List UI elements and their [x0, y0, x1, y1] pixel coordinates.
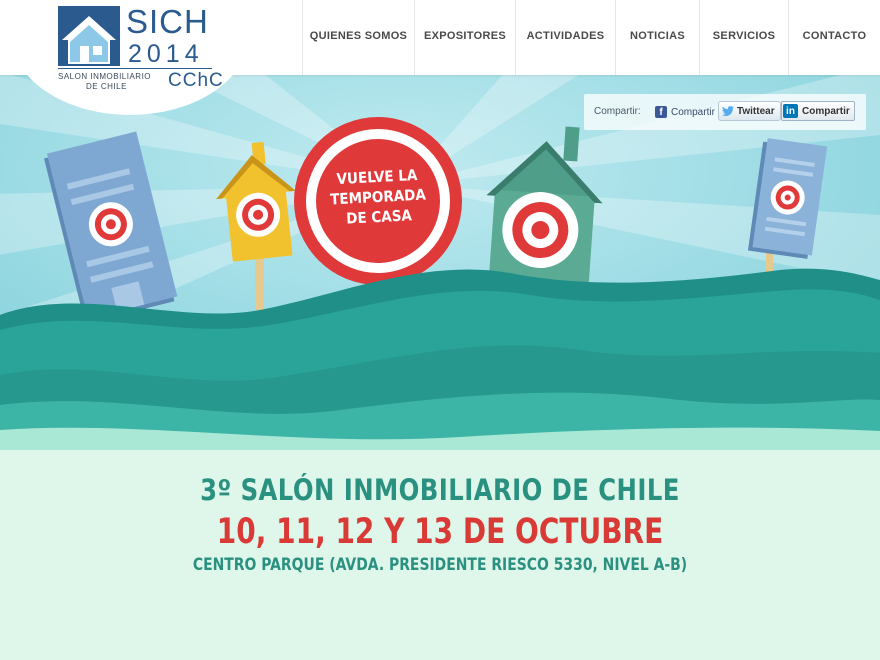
- facebook-share-label: Compartir: [671, 106, 715, 118]
- nav-item-noticias[interactable]: NOTICIAS: [615, 0, 699, 75]
- share-bar: Compartir: f Compartir Twittear in Compa…: [584, 94, 866, 130]
- nav-item-actividades[interactable]: ACTIVIDADES: [515, 0, 615, 75]
- nav-item-expositores[interactable]: EXPOSITORES: [414, 0, 515, 75]
- event-title: 3º SALÓN INMOBILIARIO DE CHILE: [200, 473, 680, 507]
- logo-wordmark: SICH: [126, 3, 209, 40]
- facebook-icon: f: [655, 106, 667, 118]
- logo-subtitle: SALON INMOBILIARIO: [58, 72, 152, 81]
- twitter-share-label: Twittear: [737, 105, 775, 117]
- promo-badge-text: VUELVE LA TEMPORADA DE CASA: [324, 164, 431, 229]
- site-logo[interactable]: SICH 2014 SALON INMOBILIARIO DE CHILE CC…: [58, 3, 228, 98]
- hero-banner: VUELVE LA TEMPORADA DE CASA: [0, 75, 880, 450]
- linkedin-share-button[interactable]: in Compartir: [781, 101, 855, 121]
- logo-year: 2014: [128, 40, 204, 68]
- event-dates: 10, 11, 12 Y 13 DE OCTUBRE: [216, 512, 664, 552]
- logo-subtitle-2: DE CHILE: [86, 82, 127, 91]
- nav-item-contacto[interactable]: CONTACTO: [788, 0, 880, 75]
- event-info: 3º SALÓN INMOBILIARIO DE CHILE 10, 11, 1…: [0, 470, 880, 576]
- logo-divider: [58, 68, 212, 69]
- nav-item-quienes-somos[interactable]: QUIENES SOMOS: [302, 0, 414, 75]
- share-label: Compartir:: [594, 106, 641, 117]
- hero-illustration: [0, 75, 880, 450]
- house-logo-icon: [58, 6, 120, 66]
- nav-item-servicios[interactable]: SERVICIOS: [699, 0, 788, 75]
- twitter-icon: [722, 106, 734, 116]
- partner-logo: CChC: [168, 70, 224, 91]
- event-venue: CENTRO PARQUE (AVDA. PRESIDENTE RIESCO 5…: [192, 555, 688, 575]
- facebook-share-button[interactable]: f Compartir: [655, 104, 715, 120]
- linkedin-icon: in: [783, 104, 798, 118]
- twitter-share-button[interactable]: Twittear: [718, 101, 781, 121]
- linkedin-share-label: Compartir: [802, 105, 850, 117]
- main-nav: QUIENES SOMOS EXPOSITORES ACTIVIDADES NO…: [302, 0, 880, 75]
